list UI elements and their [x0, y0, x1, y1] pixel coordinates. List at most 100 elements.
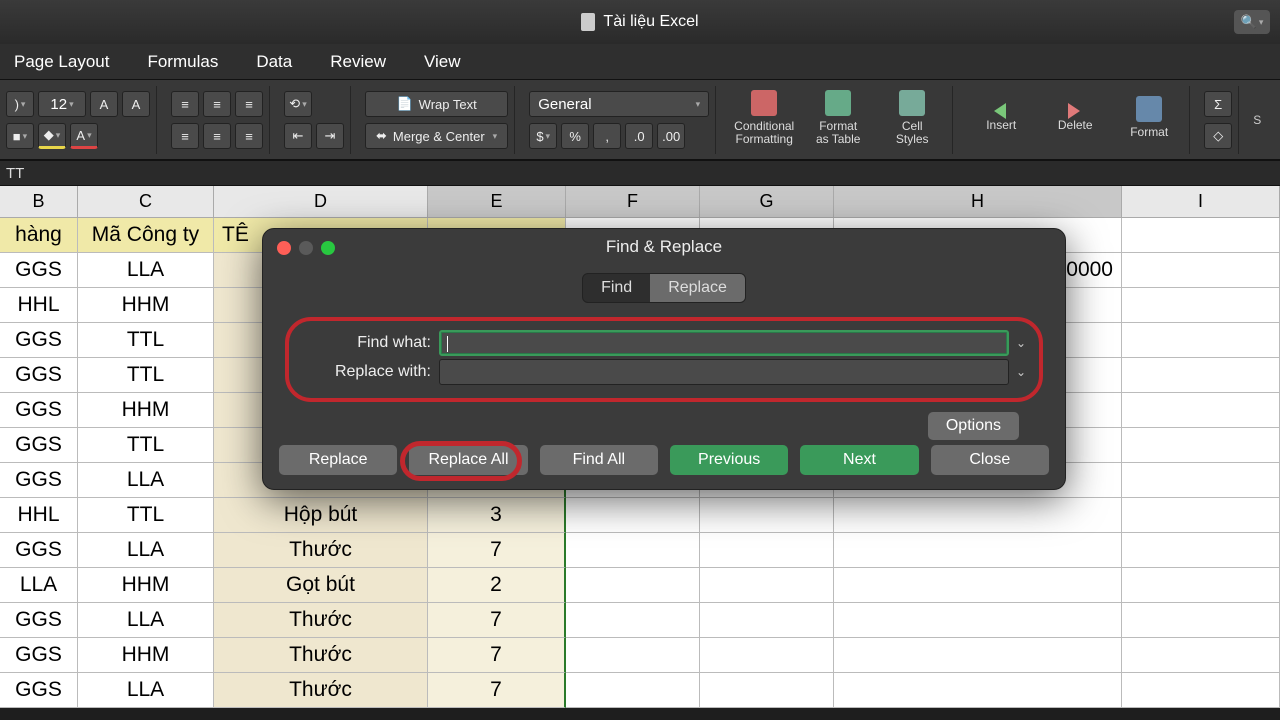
- col-D[interactable]: D: [214, 186, 428, 218]
- cell[interactable]: Gọt bút: [214, 568, 428, 603]
- font-dropdown[interactable]: )▾: [6, 91, 34, 117]
- cell[interactable]: Mã Công ty: [78, 218, 214, 253]
- cell[interactable]: GGS: [0, 358, 78, 393]
- fill-color-icon[interactable]: ◆▾: [38, 123, 66, 149]
- align-left-icon[interactable]: ≡: [171, 123, 199, 149]
- cell[interactable]: [700, 498, 834, 533]
- col-H[interactable]: H: [834, 186, 1122, 218]
- cell[interactable]: LLA: [0, 568, 78, 603]
- cell[interactable]: 2: [428, 568, 566, 603]
- cell[interactable]: [566, 533, 700, 568]
- cell[interactable]: LLA: [78, 673, 214, 708]
- cell[interactable]: [1122, 393, 1280, 428]
- tab-find[interactable]: Find: [583, 274, 650, 302]
- cell[interactable]: 7: [428, 638, 566, 673]
- decrease-font-icon[interactable]: A: [122, 91, 150, 117]
- cell[interactable]: GGS: [0, 638, 78, 673]
- cell[interactable]: 3: [428, 498, 566, 533]
- cell[interactable]: HHM: [78, 288, 214, 323]
- tab-review[interactable]: Review: [322, 48, 394, 76]
- find-history-dropdown-icon[interactable]: ⌄: [1013, 336, 1029, 350]
- cell[interactable]: [1122, 568, 1280, 603]
- close-button[interactable]: Close: [931, 445, 1049, 475]
- format-button[interactable]: Format: [1115, 86, 1183, 150]
- cell[interactable]: GGS: [0, 428, 78, 463]
- replace-history-dropdown-icon[interactable]: ⌄: [1013, 365, 1029, 379]
- align-bottom-icon[interactable]: ≡: [235, 91, 263, 117]
- zoom-icon[interactable]: [321, 241, 335, 255]
- find-what-input[interactable]: [439, 330, 1009, 356]
- cell[interactable]: [1122, 638, 1280, 673]
- bold-icon[interactable]: ■▾: [6, 123, 34, 149]
- cell[interactable]: 7: [428, 673, 566, 708]
- insert-button[interactable]: Insert: [967, 86, 1035, 150]
- cell[interactable]: [1122, 288, 1280, 323]
- cell[interactable]: [834, 498, 1122, 533]
- minimize-icon[interactable]: [299, 241, 313, 255]
- cell[interactable]: [1122, 428, 1280, 463]
- cell[interactable]: GGS: [0, 603, 78, 638]
- cell[interactable]: HHM: [78, 638, 214, 673]
- tab-formulas[interactable]: Formulas: [139, 48, 226, 76]
- cell[interactable]: TTL: [78, 498, 214, 533]
- cell[interactable]: GGS: [0, 463, 78, 498]
- tab-view[interactable]: View: [416, 48, 469, 76]
- formula-bar[interactable]: TT: [0, 160, 1280, 186]
- percent-icon[interactable]: %: [561, 123, 589, 149]
- cell[interactable]: GGS: [0, 253, 78, 288]
- cell[interactable]: [834, 568, 1122, 603]
- currency-icon[interactable]: $▾: [529, 123, 557, 149]
- cell[interactable]: [700, 533, 834, 568]
- cell[interactable]: 7: [428, 533, 566, 568]
- cell[interactable]: Hộp bút: [214, 498, 428, 533]
- cell[interactable]: GGS: [0, 673, 78, 708]
- cell[interactable]: [1122, 603, 1280, 638]
- autosum-icon[interactable]: Σ: [1204, 91, 1232, 117]
- cell[interactable]: HHL: [0, 288, 78, 323]
- format-as-table-button[interactable]: Format as Table: [804, 86, 872, 150]
- cell[interactable]: hàng: [0, 218, 78, 253]
- cell[interactable]: Thước: [214, 673, 428, 708]
- wrap-text-button[interactable]: 📄 Wrap Text: [365, 91, 508, 117]
- cell[interactable]: TTL: [78, 358, 214, 393]
- tab-page-layout[interactable]: Page Layout: [6, 48, 117, 76]
- cell[interactable]: HHL: [0, 498, 78, 533]
- col-G[interactable]: G: [700, 186, 834, 218]
- cell[interactable]: [1122, 498, 1280, 533]
- col-E[interactable]: E: [428, 186, 566, 218]
- cell[interactable]: [566, 673, 700, 708]
- indent-dec-icon[interactable]: ⇤: [284, 123, 312, 149]
- tab-data[interactable]: Data: [248, 48, 300, 76]
- cell[interactable]: GGS: [0, 533, 78, 568]
- align-right-icon[interactable]: ≡: [235, 123, 263, 149]
- cell[interactable]: LLA: [78, 533, 214, 568]
- cell[interactable]: [566, 638, 700, 673]
- cell[interactable]: [700, 603, 834, 638]
- conditional-formatting-button[interactable]: Conditional Formatting: [730, 86, 798, 150]
- font-size[interactable]: 12▾: [38, 91, 86, 117]
- cell[interactable]: Thước: [214, 533, 428, 568]
- cell[interactable]: 7: [428, 603, 566, 638]
- tab-replace[interactable]: Replace: [650, 274, 745, 302]
- merge-center-button[interactable]: ⬌ Merge & Center▾: [365, 123, 508, 149]
- cell[interactable]: [834, 603, 1122, 638]
- cell[interactable]: [1122, 673, 1280, 708]
- options-button[interactable]: Options: [928, 412, 1019, 440]
- col-I[interactable]: I: [1122, 186, 1280, 218]
- replace-all-button[interactable]: Replace All: [409, 445, 527, 475]
- indent-inc-icon[interactable]: ⇥: [316, 123, 344, 149]
- col-B[interactable]: B: [0, 186, 78, 218]
- cell[interactable]: [1122, 323, 1280, 358]
- cell[interactable]: [834, 533, 1122, 568]
- cell[interactable]: LLA: [78, 253, 214, 288]
- align-middle-icon[interactable]: ≡: [203, 91, 231, 117]
- cell[interactable]: LLA: [78, 603, 214, 638]
- orientation-icon[interactable]: ⟲▾: [284, 91, 312, 117]
- increase-font-icon[interactable]: A: [90, 91, 118, 117]
- cell[interactable]: LLA: [78, 463, 214, 498]
- font-color-icon[interactable]: A▾: [70, 123, 98, 149]
- cell[interactable]: [566, 498, 700, 533]
- cell[interactable]: [1122, 358, 1280, 393]
- cell-styles-button[interactable]: Cell Styles: [878, 86, 946, 150]
- align-top-icon[interactable]: ≡: [171, 91, 199, 117]
